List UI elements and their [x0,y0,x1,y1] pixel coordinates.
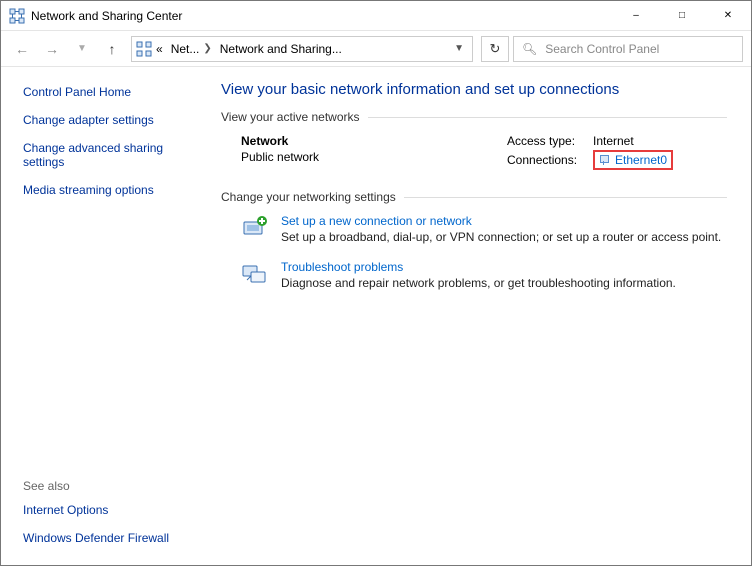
breadcrumb-chev: « [156,42,163,56]
back-button[interactable]: ← [9,36,35,62]
breadcrumb-seg1[interactable]: Net... ❯ [169,42,214,56]
option-new-connection-link[interactable]: Set up a new connection or network [281,214,472,228]
window-title: Network and Sharing Center [31,9,182,23]
settings-list: Set up a new connection or network Set u… [221,214,727,290]
network-name: Network [241,134,507,148]
sidebar-footer: See also Internet Options Windows Defend… [23,479,197,551]
see-also-internet-options[interactable]: Internet Options [23,503,197,517]
option-new-connection: Set up a new connection or network Set u… [241,214,727,244]
titlebar: Network and Sharing Center – □ ✕ [1,1,751,31]
connection-name: Ethernet0 [615,153,667,167]
option-troubleshoot-link[interactable]: Troubleshoot problems [281,260,403,274]
breadcrumb-root[interactable]: « [134,41,165,57]
address-dropdown[interactable]: ▼ [448,43,470,54]
see-also-firewall[interactable]: Windows Defender Firewall [23,531,197,545]
access-type-label: Access type: [507,134,589,148]
main: View your basic network information and … [211,67,751,565]
control-panel-icon [136,41,152,57]
refresh-button[interactable]: ↻ [481,36,509,62]
recent-dropdown[interactable]: ▼ [69,36,95,62]
up-button[interactable]: ↑ [99,36,125,62]
window-controls: – □ ✕ [613,1,751,31]
search-icon: 🔍︎ [522,42,537,56]
network-type: Public network [241,150,507,164]
sidebar: Control Panel Home Change adapter settin… [1,67,211,565]
chevron-right-icon: ❯ [203,43,211,54]
breadcrumb-seg2[interactable]: Network and Sharing... [218,42,344,56]
body: Control Panel Home Change adapter settin… [1,67,751,565]
see-also-heading: See also [23,479,197,493]
divider [368,117,727,118]
nav-bar: ← → ▼ ↑ « Net... ❯ Network and Sharing..… [1,31,751,67]
sidebar-home[interactable]: Control Panel Home [23,85,197,99]
network-identity: Network Public network [241,134,507,172]
page-title: View your basic network information and … [221,81,727,98]
maximize-button[interactable]: □ [659,1,705,31]
sidebar-link-media[interactable]: Media streaming options [23,183,197,197]
address-bar[interactable]: « Net... ❯ Network and Sharing... ▼ [131,36,473,62]
option-troubleshoot: Troubleshoot problems Diagnose and repai… [241,260,727,290]
option-troubleshoot-desc: Diagnose and repair network problems, or… [281,276,676,290]
app-icon [9,8,25,24]
search-input[interactable] [545,42,734,56]
ethernet-icon [597,155,611,165]
sidebar-link-adapter[interactable]: Change adapter settings [23,113,197,127]
connection-link[interactable]: Ethernet0 [593,150,673,170]
search-box[interactable]: 🔍︎ [513,36,743,62]
divider [404,197,727,198]
change-settings-heading: Change your networking settings [221,190,727,204]
option-new-connection-desc: Set up a broadband, dial-up, or VPN conn… [281,230,721,244]
new-connection-icon [241,214,269,242]
minimize-button[interactable]: – [613,1,659,31]
connections-label: Connections: [507,153,589,167]
active-networks-heading: View your active networks [221,110,727,124]
active-network-row: Network Public network Access type: Inte… [221,134,727,182]
sidebar-link-advanced[interactable]: Change advanced sharing settings [23,141,197,169]
forward-button[interactable]: → [39,36,65,62]
close-button[interactable]: ✕ [705,1,751,31]
troubleshoot-icon [241,260,269,288]
network-details: Access type: Internet Connections: Ether… [507,134,727,172]
access-type-value: Internet [593,134,634,148]
